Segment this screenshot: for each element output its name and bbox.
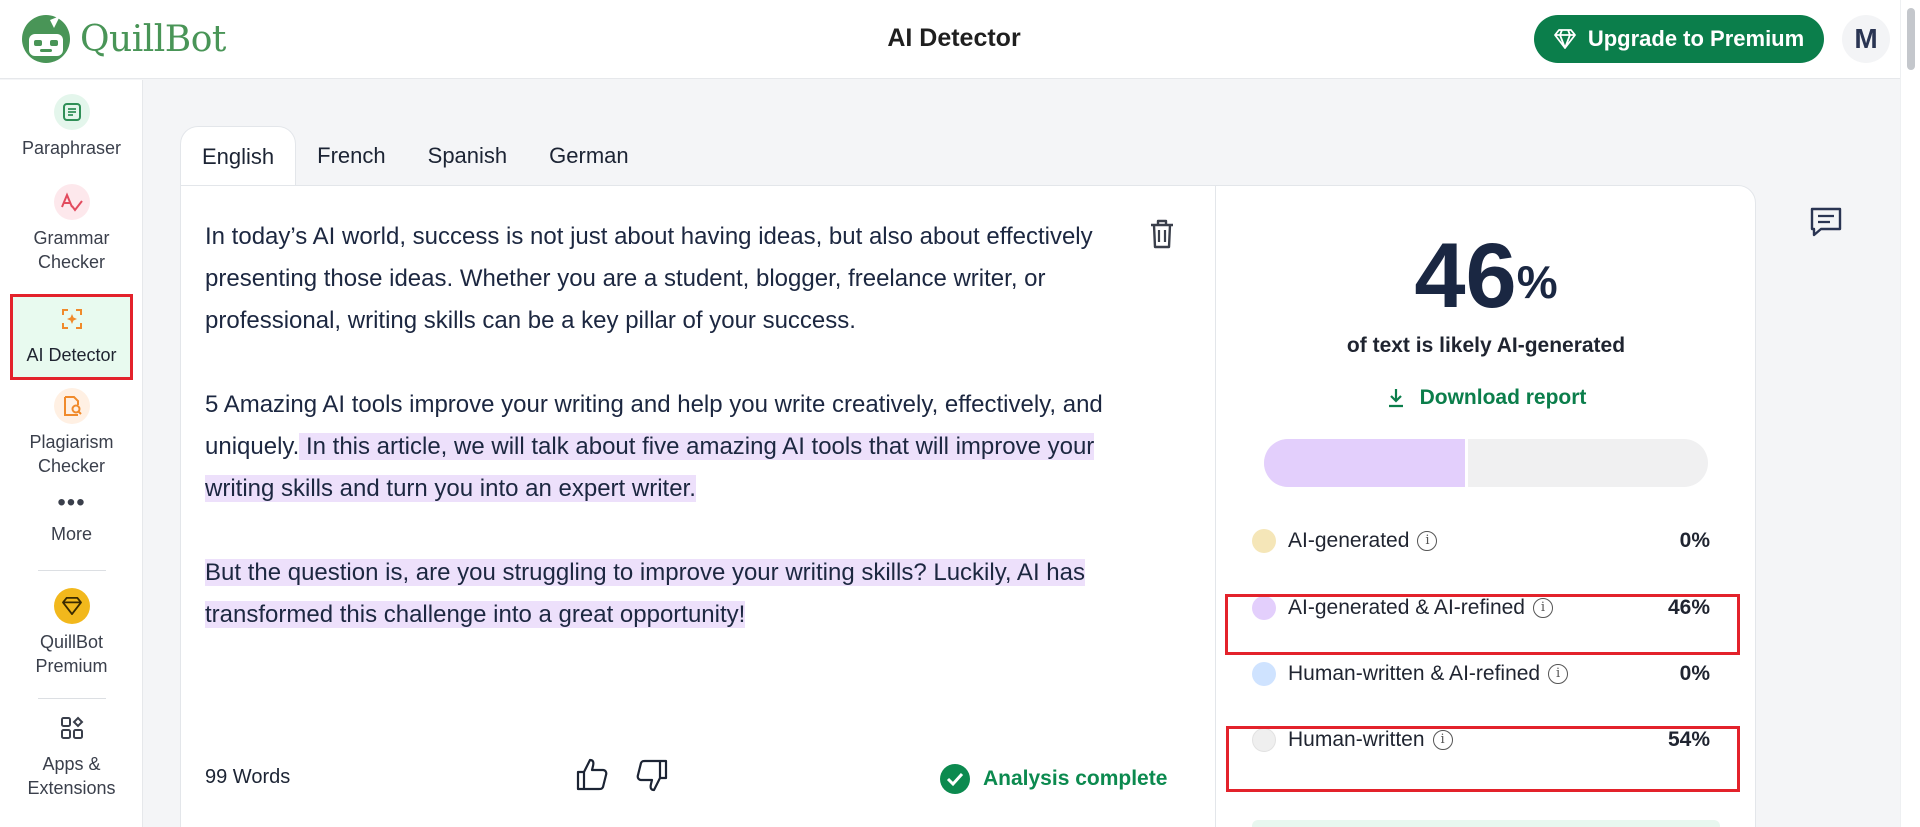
ai-highlighted-text: But the question is, are you struggling … (205, 559, 1085, 628)
paragraph: But the question is, are you struggling … (205, 552, 1135, 636)
download-report-button[interactable]: Download report (1216, 386, 1756, 410)
thumbs-down-icon[interactable] (634, 757, 670, 793)
more-dots-icon: ••• (57, 489, 86, 516)
upgrade-label: Upgrade to Premium (1587, 26, 1805, 51)
trash-icon[interactable] (1147, 218, 1177, 250)
left-sidebar: Paraphraser Grammar Checker AI Detector … (0, 80, 143, 827)
sidebar-item-label: Checker (37, 252, 106, 272)
sidebar-item-label: Paraphraser (21, 138, 122, 158)
check-circle-icon (940, 764, 970, 794)
legend-label: AI-generated (1288, 529, 1410, 552)
percentage-caption: of text is likely AI-generated (1346, 334, 1626, 357)
sidebar-item-grammar-checker[interactable]: Grammar Checker (10, 184, 133, 274)
tab-english[interactable]: English (180, 126, 297, 186)
diamond-icon (1553, 29, 1576, 49)
ai-percentage-value: 46 (1414, 225, 1517, 327)
sidebar-item-quillbot-premium[interactable]: QuillBot Premium (10, 588, 133, 678)
scrollbar-thumb[interactable] (1907, 8, 1915, 70)
sidebar-item-label: Premium (35, 656, 108, 676)
sidebar-item-label: QuillBot (39, 632, 104, 652)
tab-spanish[interactable]: Spanish (407, 126, 529, 186)
grammar-checker-icon (53, 184, 90, 220)
feedback-comment-icon[interactable] (1809, 206, 1843, 238)
bottom-panel-edge (1252, 820, 1720, 827)
ai-highlighted-text: In this article, we will talk about five… (205, 433, 1095, 502)
apps-grid-icon (54, 710, 90, 746)
plagiarism-checker-icon (53, 388, 90, 424)
percent-sign: % (1516, 256, 1558, 308)
sidebar-item-paraphraser[interactable]: Paraphraser (10, 94, 133, 160)
sidebar-divider (38, 570, 106, 571)
sidebar-item-label: AI Detector (26, 345, 117, 365)
page-scrollbar[interactable] (1900, 0, 1920, 827)
paragraph: 5 Amazing AI tools improve your writing … (205, 384, 1135, 510)
legend-row-ai-generated: AI-generated i 0% (1252, 521, 1724, 561)
tab-french[interactable]: French (296, 126, 406, 186)
paragraph: In today’s AI world, success is not just… (205, 216, 1135, 342)
thumbs-up-icon[interactable] (574, 757, 610, 793)
sidebar-item-label: Grammar (33, 228, 110, 248)
info-icon[interactable]: i (1548, 664, 1569, 684)
sidebar-item-label: Plagiarism (29, 432, 114, 452)
download-icon (1388, 389, 1403, 408)
info-icon[interactable]: i (1417, 531, 1438, 551)
download-report-label: Download report (1419, 386, 1587, 409)
sidebar-item-label: More (50, 524, 92, 544)
sidebar-item-label: Checker (37, 456, 106, 476)
analysis-status-label: Analysis complete (983, 767, 1168, 790)
ai-score-bar (1264, 439, 1708, 487)
sidebar-item-ai-detector[interactable]: AI Detector (10, 294, 133, 380)
tab-german[interactable]: German (528, 126, 649, 186)
sidebar-item-more[interactable]: ••• More (10, 489, 133, 546)
top-header: QuillBot AI Detector Upgrade to Premium … (0, 0, 1900, 79)
annotation-highlight-box (1226, 726, 1740, 792)
analysis-status: Analysis complete (939, 763, 1167, 795)
sidebar-item-label: Extensions (27, 778, 116, 798)
legend-value: 0% (1679, 662, 1710, 685)
legend-row-human-written-ai-refined: Human-written & AI-refined i 0% (1252, 654, 1724, 694)
word-count: 99 Words (205, 766, 291, 788)
sidebar-item-label: Apps & (42, 754, 101, 774)
paragraph-text: In today’s AI world, success is not just… (205, 223, 1093, 334)
legend-dot (1252, 662, 1276, 686)
language-tabs: English French Spanish German (180, 126, 650, 186)
user-avatar[interactable]: M (1842, 15, 1890, 63)
ai-score-bar-fill (1264, 439, 1469, 487)
ai-percentage: 46% (1216, 226, 1756, 326)
text-input-area[interactable]: In today’s AI world, success is not just… (205, 216, 1135, 678)
paraphraser-icon (53, 94, 90, 130)
premium-diamond-icon (53, 588, 90, 624)
ai-detector-icon (53, 301, 90, 337)
sidebar-item-plagiarism-checker[interactable]: Plagiarism Checker (10, 388, 133, 478)
legend-dot (1252, 529, 1276, 553)
legend-value: 0% (1679, 529, 1710, 552)
sidebar-divider (38, 698, 106, 699)
annotation-highlight-box (1225, 594, 1740, 655)
sidebar-item-apps-extensions[interactable]: Apps & Extensions (10, 710, 133, 800)
legend-label: Human-written & AI-refined (1288, 662, 1541, 685)
upgrade-to-premium-button[interactable]: Upgrade to Premium (1534, 15, 1824, 63)
text-editor-panel: In today’s AI world, success is not just… (181, 186, 1215, 827)
